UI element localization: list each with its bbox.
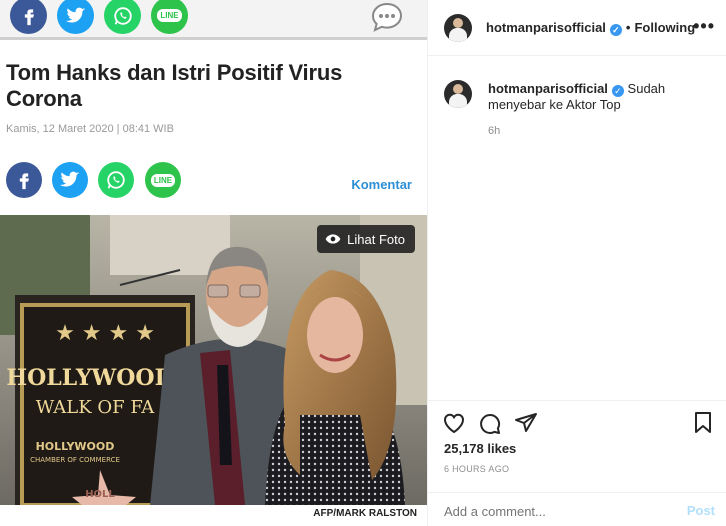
caption-username[interactable]: hotmanparisofficial [488, 81, 608, 96]
photo-credit: AFP/MARK RALSTON [313, 508, 417, 519]
header-username-row: hotmanparisofficial ✓ • Following [486, 20, 695, 36]
article-headline: Tom Hanks dan Istri Positif Virus Corona [6, 60, 343, 111]
following-button[interactable]: Following [634, 20, 695, 35]
avatar[interactable] [444, 80, 472, 108]
plaque-text-1: HOLLYWOOD [6, 365, 173, 391]
article-photo[interactable]: ★ ★ ★ ★ HOLLYWOOD WALK OF FA HOLLYWOOD C… [0, 215, 427, 505]
line-icon[interactable]: LINE [145, 162, 181, 198]
comment-composer: Post [428, 492, 726, 526]
screenshot-root: LINE Tom Hanks dan Istri Positif Virus C… [0, 0, 726, 526]
twitter-icon[interactable] [57, 0, 94, 34]
comment-input[interactable] [444, 502, 664, 520]
comment-icon[interactable] [371, 2, 403, 32]
article-top-share-bar: LINE [0, 0, 427, 40]
eye-icon [325, 234, 341, 244]
facebook-icon[interactable] [10, 0, 47, 34]
post-actions [428, 400, 726, 434]
share-icon[interactable] [514, 412, 538, 434]
whatsapp-icon[interactable] [104, 0, 141, 34]
post-age: 6 HOURS AGO [444, 464, 510, 474]
bookmark-icon[interactable] [693, 412, 713, 434]
verified-icon: ✓ [611, 85, 624, 97]
plaque-text-4: CHAMBER OF COMMERCE [30, 456, 120, 464]
likes-count[interactable]: 25,178 likes [444, 441, 516, 456]
whatsapp-icon[interactable] [98, 162, 134, 198]
more-options-icon[interactable]: ••• [693, 16, 715, 37]
view-photo-label: Lihat Foto [347, 231, 405, 247]
komentar-link[interactable]: Komentar [351, 177, 412, 192]
news-article: LINE Tom Hanks dan Istri Positif Virus C… [0, 0, 427, 526]
star-text: HOLL [85, 489, 115, 500]
article-dateline: Kamis, 12 Maret 2020 | 08:41 WIB [6, 123, 174, 135]
caption-time: 6h [488, 125, 501, 137]
verified-icon: ✓ [609, 24, 622, 36]
twitter-icon[interactable] [52, 162, 88, 198]
avatar[interactable] [444, 14, 472, 42]
post-caption: hotmanparisofficial ✓ Sudah menyebar ke A… [488, 81, 708, 113]
instagram-post-header: hotmanparisofficial ✓ • Following ••• [428, 0, 726, 56]
view-photo-button[interactable]: Lihat Foto [317, 225, 415, 253]
svg-text:★ ★ ★ ★: ★ ★ ★ ★ [55, 321, 155, 346]
header-username[interactable]: hotmanparisofficial [486, 20, 606, 35]
post-button[interactable]: Post [687, 503, 715, 518]
facebook-icon[interactable] [6, 162, 42, 198]
separator-dot: • [625, 20, 631, 35]
plaque-text-3: HOLLYWOOD [36, 440, 115, 453]
plaque-text-2: WALK OF FA [36, 397, 156, 418]
photo-illustration: ★ ★ ★ ★ HOLLYWOOD WALK OF FA HOLLYWOOD C… [0, 215, 427, 505]
heart-icon[interactable] [442, 412, 466, 434]
comment-icon[interactable] [478, 412, 502, 436]
line-icon-label: LINE [157, 9, 182, 22]
line-icon-label: LINE [150, 173, 176, 187]
line-icon[interactable]: LINE [151, 0, 188, 34]
instagram-panel: hotmanparisofficial ✓ • Following ••• hotma… [427, 0, 726, 526]
